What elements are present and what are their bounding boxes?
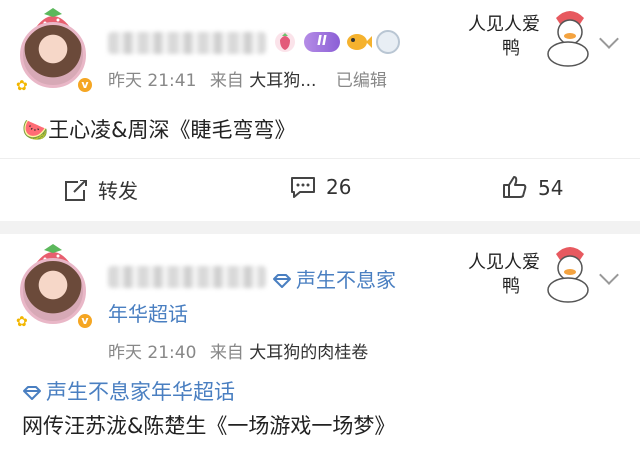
source-prefix: 来自 [209,343,244,363]
sticker-text-line1: 人见人爱 [468,14,540,35]
topic-link-body[interactable]: 声生不息家年华超话 [22,376,235,406]
username-blurred[interactable] [108,266,266,288]
post-content: 🍉王心凌&周深《睫毛弯弯》 [22,114,296,144]
weibo-post: ✿ v 声生不息家 年华超话 昨天 21:40 来自 大耳狗的肉桂卷 人见人爱 … [0,234,640,452]
repost-icon [65,179,87,201]
post-source-link[interactable]: 大耳狗... [249,71,316,91]
sticker-text-line2: 鸭 [502,38,520,59]
topic-diamond-icon [23,386,41,400]
duck-icon [547,247,589,303]
repost-label: 转发 [98,179,138,203]
post-meta: 昨天 21:40 来自 大耳狗的肉桂卷 [108,338,368,363]
chevron-down-icon[interactable] [599,29,619,49]
post-source-link[interactable]: 大耳狗的肉桂卷 [249,343,368,363]
post-time: 昨天 21:41 [108,71,197,91]
topic-line2[interactable]: 年华超话 [108,298,188,327]
strawberry-badge-icon[interactable] [272,30,298,54]
medal-badge-icon[interactable] [376,30,400,54]
username-blurred[interactable] [108,32,266,54]
sticker-text-line2: 鸭 [502,276,520,297]
like-count: 54 [538,176,564,200]
post-time: 昨天 21:40 [108,343,197,363]
member-level-badge[interactable]: II [304,32,340,52]
avatar-photo [20,22,86,88]
fish-badge-icon[interactable] [344,30,372,54]
duck-icon [547,11,589,67]
post-text: 王心凌&周深《睫毛弯弯》 [48,118,296,142]
comment-count: 26 [326,175,352,199]
weibo-post: ✿ v II 昨天 21:41 来自 大耳狗... 已编辑 人见人爱 鸭 🍉王心… [0,0,640,221]
post-text: 网传汪苏泷&陈楚生《一场游戏一场梦》 [22,414,396,438]
avatar[interactable]: ✿ v [12,8,94,98]
duck-sticker[interactable]: 人见人爱 鸭 [468,4,598,74]
like-icon [503,176,527,198]
topic-link-header[interactable]: 声生不息家 [272,264,396,293]
flower-icon: ✿ [16,78,28,94]
verified-icon: v [76,312,94,330]
topic-line1: 声生不息家 [296,268,396,292]
verified-icon: v [76,76,94,94]
flower-icon: ✿ [16,314,28,330]
post-meta: 昨天 21:41 来自 大耳狗... 已编辑 [108,66,387,91]
repost-button[interactable]: 转发 [64,175,138,204]
like-button[interactable]: 54 [502,175,563,200]
watermelon-icon: 🍉 [22,118,49,142]
action-bar: 转发 26 54 [0,158,640,218]
comment-icon [291,177,315,198]
topic-diamond-icon [273,274,291,288]
source-prefix: 来自 [209,71,244,91]
comment-button[interactable]: 26 [290,175,351,199]
avatar-photo [20,258,86,324]
topic-full: 声生不息家年华超话 [46,380,235,404]
chevron-down-icon[interactable] [599,265,619,285]
edited-label[interactable]: 已编辑 [336,71,387,91]
avatar[interactable]: ✿ v [12,244,94,334]
sticker-text-line1: 人见人爱 [468,252,540,273]
duck-sticker[interactable]: 人见人爱 鸭 [468,238,598,308]
